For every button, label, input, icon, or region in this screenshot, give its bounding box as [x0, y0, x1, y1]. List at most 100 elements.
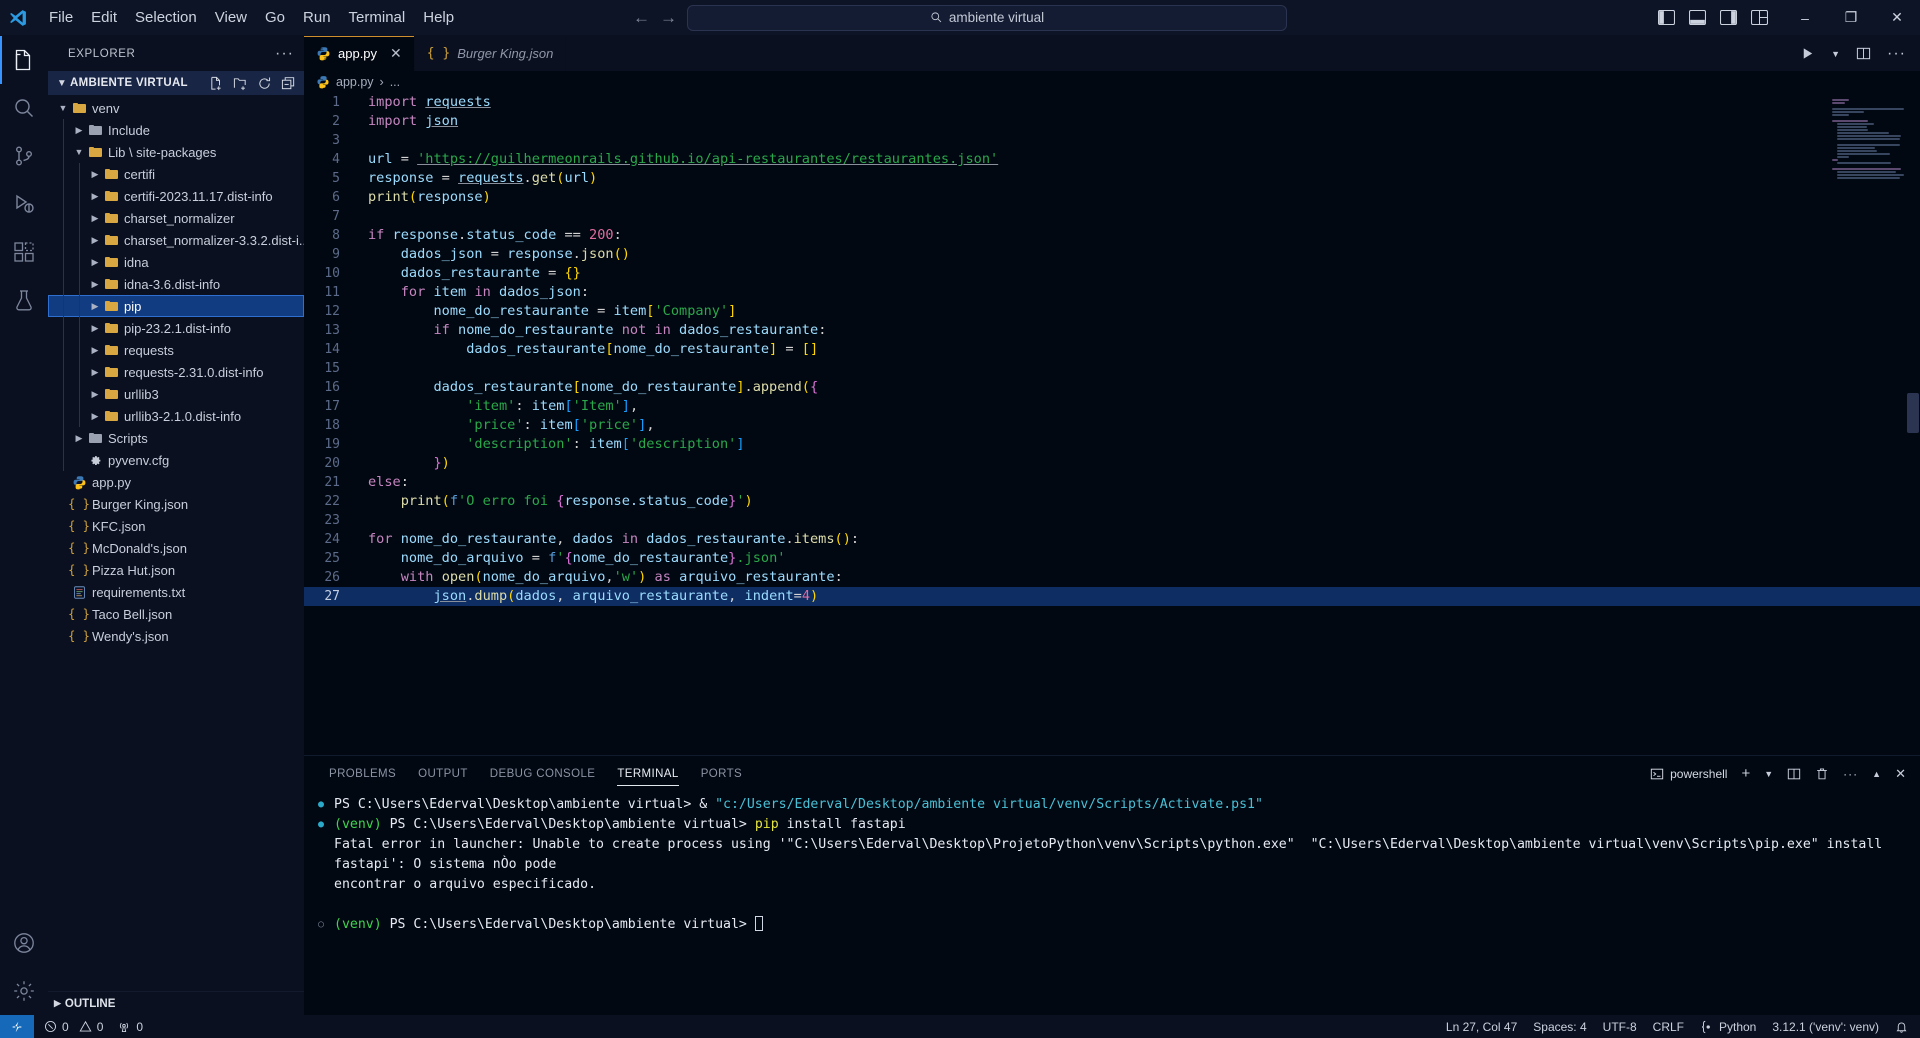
code-line[interactable]: 26 with open(nome_do_arquivo,'w') as arq… — [304, 568, 1920, 587]
panel-tab-debug-console[interactable]: DEBUG CONSOLE — [479, 756, 607, 791]
menu-help[interactable]: Help — [414, 5, 463, 30]
tree-item[interactable]: { } Burger King.json — [48, 493, 304, 515]
activity-testing[interactable] — [0, 276, 48, 324]
status-ports[interactable]: 0 — [117, 1020, 143, 1034]
activity-source-control[interactable] — [0, 132, 48, 180]
status-cursor-position[interactable]: Ln 27, Col 47 — [1446, 1020, 1517, 1034]
file-tree[interactable]: ▼ venv ▶ Include ▼ Lib \ site-packages ▶ certif… — [48, 95, 304, 991]
status-encoding[interactable]: UTF-8 — [1603, 1020, 1637, 1034]
tree-item[interactable]: app.py — [48, 471, 304, 493]
menu-terminal[interactable]: Terminal — [340, 5, 415, 30]
tree-item[interactable]: ▼ Lib \ site-packages — [48, 141, 304, 163]
tree-item[interactable]: ▶ charset_normalizer-3.3.2.dist-i... — [48, 229, 304, 251]
chevron-down-icon[interactable]: ▼ — [1831, 49, 1840, 59]
code-line[interactable]: 15 — [304, 359, 1920, 378]
accounts-icon[interactable] — [0, 919, 48, 967]
tree-item[interactable]: ▶ certifi-2023.11.17.dist-info — [48, 185, 304, 207]
menu-edit[interactable]: Edit — [82, 5, 126, 30]
panel-tab-bar[interactable]: PROBLEMS OUTPUT DEBUG CONSOLE TERMINAL PORTS… — [304, 756, 1920, 791]
bell-icon[interactable] — [1895, 1020, 1908, 1034]
close-icon[interactable]: ✕ — [390, 45, 402, 62]
terminal-output[interactable]: ● PS C:\Users\Ederval\Desktop\ambiente vi… — [304, 791, 1920, 1015]
toggle-secondary-sidebar-icon[interactable] — [1720, 10, 1737, 25]
status-language-mode[interactable]: Python — [1700, 1020, 1756, 1034]
activity-extensions[interactable] — [0, 228, 48, 276]
tree-item[interactable]: { } McDonald's.json — [48, 537, 304, 559]
folder-section-header[interactable]: ▼ AMBIENTE VIRTUAL — [48, 71, 304, 95]
terminal-shell-selector[interactable]: powershell — [1650, 767, 1727, 781]
window-maximize-button[interactable]: ❐ — [1828, 0, 1874, 36]
tab-burger-king-json[interactable]: { } Burger King.json — [414, 36, 567, 71]
window-close-button[interactable]: ✕ — [1874, 0, 1920, 36]
tree-item[interactable]: ▶ Include — [48, 119, 304, 141]
tree-item[interactable]: ▶ requests — [48, 339, 304, 361]
status-eol[interactable]: CRLF — [1653, 1020, 1684, 1034]
split-editor-icon[interactable] — [1856, 46, 1871, 61]
tab-app-py[interactable]: app.py ✕ — [304, 36, 415, 71]
chevron-down-icon[interactable]: ▼ — [1764, 769, 1773, 779]
chevron-up-icon[interactable]: ▲ — [1872, 769, 1881, 779]
new-file-icon[interactable] — [209, 76, 224, 91]
code-line[interactable]: 12 nome_do_restaurante = item['Company'] — [304, 302, 1920, 321]
panel-tab-output[interactable]: OUTPUT — [407, 756, 479, 791]
quick-search-input[interactable]: ambiente virtual — [687, 4, 1287, 31]
more-icon[interactable]: ··· — [1843, 767, 1858, 781]
run-python-icon[interactable] — [1800, 46, 1815, 61]
panel-tab-problems[interactable]: PROBLEMS — [318, 756, 407, 791]
code-line[interactable]: 5 response = requests.get(url) — [304, 169, 1920, 188]
code-line[interactable]: 23 — [304, 511, 1920, 530]
minimap[interactable] — [1832, 99, 1906, 179]
menu-view[interactable]: View — [206, 5, 256, 30]
code-line[interactable]: 4 url = 'https://guilhermeonrails.github.… — [304, 150, 1920, 169]
tree-item[interactable]: { } Taco Bell.json — [48, 603, 304, 625]
collapse-all-icon[interactable] — [281, 76, 296, 91]
tree-item[interactable]: ▼ venv — [48, 97, 304, 119]
tree-item[interactable]: ▶ pip — [48, 295, 304, 317]
customize-layout-icon[interactable] — [1751, 10, 1768, 25]
code-line[interactable]: 11 for item in dados_json: — [304, 283, 1920, 302]
code-line[interactable]: 16 dados_restaurante[nome_do_restaurante… — [304, 378, 1920, 397]
tree-item[interactable]: { } KFC.json — [48, 515, 304, 537]
tree-item[interactable]: ▶ urllib3 — [48, 383, 304, 405]
arrow-right-icon[interactable]: → — [660, 8, 677, 28]
code-content[interactable]: 1 import requests 2 import json 3 4 url = 'htt… — [304, 93, 1920, 606]
breadcrumb-file[interactable]: app.py — [336, 75, 374, 89]
status-python-interpreter[interactable]: 3.12.1 ('venv': venv) — [1772, 1020, 1879, 1034]
code-line[interactable]: 14 dados_restaurante[nome_do_restaurante… — [304, 340, 1920, 359]
tree-item[interactable]: { } Pizza Hut.json — [48, 559, 304, 581]
code-line[interactable]: 27 json.dump(dados, arquivo_restaurante,… — [304, 587, 1920, 606]
code-line[interactable]: 20 }) — [304, 454, 1920, 473]
split-terminal-icon[interactable] — [1787, 767, 1801, 781]
more-actions-icon[interactable]: ··· — [1887, 45, 1906, 63]
code-line[interactable]: 19 'description': item['description'] — [304, 435, 1920, 454]
menu-file[interactable]: File — [40, 5, 82, 30]
window-minimize-button[interactable]: – — [1782, 0, 1828, 36]
code-line[interactable]: 18 'price': item['price'], — [304, 416, 1920, 435]
code-line[interactable]: 17 'item': item['Item'], — [304, 397, 1920, 416]
tree-item[interactable]: ▶ certifi — [48, 163, 304, 185]
tree-item[interactable]: ▶ pip-23.2.1.dist-info — [48, 317, 304, 339]
code-line[interactable]: 2 import json — [304, 112, 1920, 131]
activity-run-debug[interactable] — [0, 180, 48, 228]
menu-run[interactable]: Run — [294, 5, 340, 30]
code-line[interactable]: 24 for nome_do_restaurante, dados in dado… — [304, 530, 1920, 549]
code-editor[interactable]: 1 import requests 2 import json 3 4 url = 'htt… — [304, 93, 1920, 755]
tree-item[interactable]: ▶ Scripts — [48, 427, 304, 449]
toggle-panel-icon[interactable] — [1689, 10, 1706, 25]
status-indentation[interactable]: Spaces: 4 — [1533, 1020, 1586, 1034]
menu-selection[interactable]: Selection — [126, 5, 206, 30]
panel-tab-terminal[interactable]: TERMINAL — [606, 756, 689, 791]
code-line[interactable]: 1 import requests — [304, 93, 1920, 112]
tree-item[interactable]: ▶ requests-2.31.0.dist-info — [48, 361, 304, 383]
activity-search[interactable] — [0, 84, 48, 132]
code-line[interactable]: 10 dados_restaurante = {} — [304, 264, 1920, 283]
scrollbar-thumb[interactable] — [1907, 393, 1919, 433]
tree-item[interactable]: { } Wendy's.json — [48, 625, 304, 647]
close-icon[interactable]: ✕ — [1895, 766, 1906, 782]
code-line[interactable]: 3 — [304, 131, 1920, 150]
code-line[interactable]: 7 — [304, 207, 1920, 226]
tree-item[interactable]: ▶ urllib3-2.1.0.dist-info — [48, 405, 304, 427]
tree-item[interactable]: ▶ charset_normalizer — [48, 207, 304, 229]
gear-icon[interactable] — [0, 967, 48, 1015]
code-line[interactable]: 9 dados_json = response.json() — [304, 245, 1920, 264]
